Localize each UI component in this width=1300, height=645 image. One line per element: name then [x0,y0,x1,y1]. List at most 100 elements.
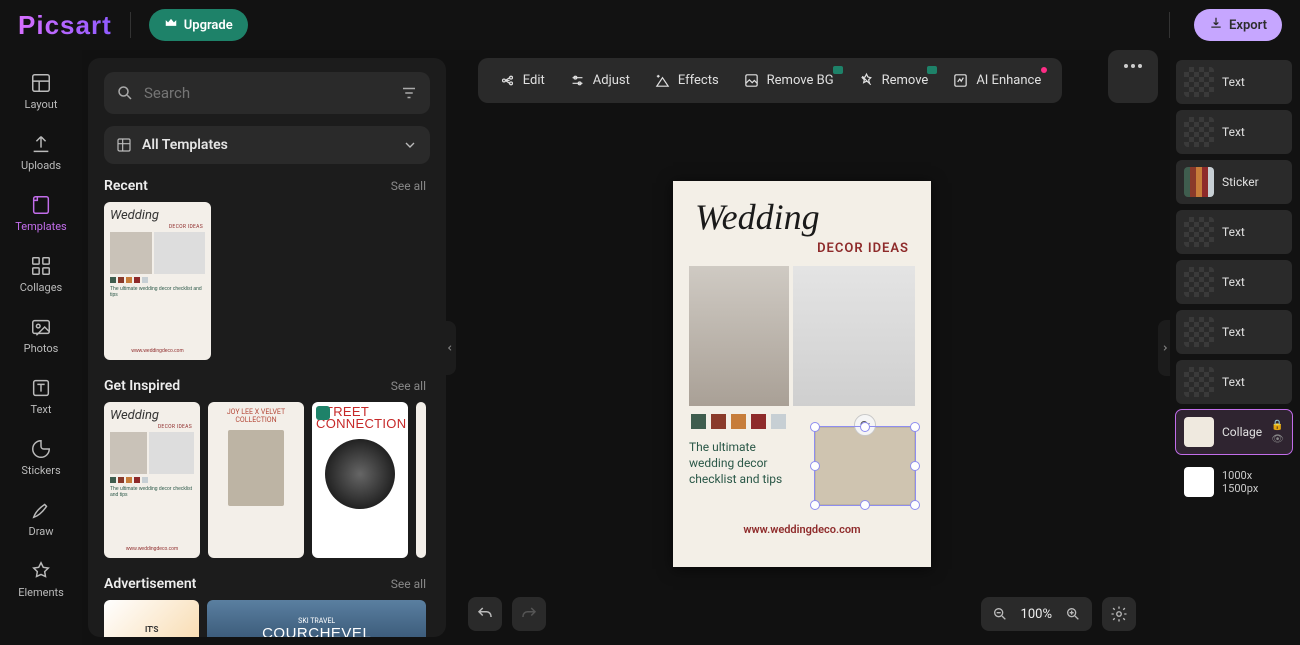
tool-aienhance[interactable]: AI Enhance [941,64,1052,97]
tool-removebg[interactable]: Remove BG [732,64,845,97]
filter-icon[interactable] [400,84,418,102]
resize-handle[interactable] [910,461,920,471]
export-button[interactable]: Export [1194,9,1282,41]
rail-item-elements[interactable]: Elements [7,552,75,609]
draw-icon [30,499,52,521]
tool-more-button[interactable] [1108,50,1158,103]
layer-item[interactable]: Text [1176,310,1292,354]
layer-item[interactable]: Collage 🔒👁 [1176,410,1292,454]
rail-item-photos[interactable]: Photos [7,308,75,365]
artboard-title: Wedding [695,199,820,235]
upload-icon [30,133,52,155]
template-card[interactable]: STREET CONNECTION [312,402,408,558]
layer-item[interactable]: Text [1176,60,1292,104]
upgrade-button[interactable]: Upgrade [149,9,248,41]
rail-label: Text [31,403,52,416]
rail-label: Collages [20,281,62,294]
template-card[interactable]: Wedding DECOR IDEAS The ultimate wedding… [104,202,211,360]
resize-handle[interactable] [860,422,870,432]
notification-dot-icon [1041,67,1047,73]
rail-label: Stickers [21,464,60,477]
rail-item-text[interactable]: Text [7,369,75,426]
template-card[interactable]: JOY LEE X VELVET COLLECTION [208,402,304,558]
layer-item[interactable]: Text [1176,260,1292,304]
color-swatches [691,414,786,429]
resize-handle[interactable] [910,422,920,432]
search-input[interactable] [144,84,390,102]
search-icon [116,84,134,102]
template-card[interactable]: IT'S [104,600,199,637]
zoom-out-button[interactable] [985,606,1015,622]
layer-item[interactable]: Text [1176,110,1292,154]
tool-adjust[interactable]: Adjust [558,64,641,97]
artboard[interactable]: Wedding DECOR IDEAS The ultimate we [673,181,931,567]
template-card[interactable]: Wedding DECOR IDEAS The ultimate wedding… [104,402,200,558]
rail-item-uploads[interactable]: Uploads [7,125,75,182]
template-card[interactable]: SKI TRAVEL COURCHEVEL [207,600,426,637]
tool-effects[interactable]: Effects [643,64,730,97]
rail-item-stickers[interactable]: Stickers [7,430,75,487]
section-advert: Advertisement See all IT'S SKI TRAVEL CO… [104,576,426,637]
top-bar: Picsart Upgrade Export [0,0,1300,50]
swatch [711,414,726,429]
rail-label: Draw [29,525,54,538]
rail-item-draw[interactable]: Draw [7,491,75,548]
resize-handle[interactable] [810,500,820,510]
search-bar[interactable] [104,72,430,114]
swatch [751,414,766,429]
photos-icon [30,316,52,338]
section-title: Advertisement [104,576,196,592]
visibility-icon[interactable]: 👁 [1271,434,1284,445]
resize-handle[interactable] [860,500,870,510]
templates-dropdown[interactable]: All Templates [104,126,430,164]
divider [1169,12,1170,38]
see-all-link[interactable]: See all [391,179,426,193]
rail-label: Layout [25,98,58,111]
selected-element[interactable]: ⟳ [815,427,915,505]
zoom-control: 100% [981,597,1092,631]
resize-handle[interactable] [810,422,820,432]
resize-handle[interactable] [810,461,820,471]
zoom-in-button[interactable] [1058,606,1088,622]
rail-item-collages[interactable]: Collages [7,247,75,304]
grid-icon [116,137,132,153]
canvas-size-item[interactable]: 1000x1500px [1176,460,1292,504]
artboard-image [793,266,915,406]
export-label: Export [1229,18,1267,33]
templates-icon [30,194,52,216]
text-icon [30,377,52,399]
settings-button[interactable] [1102,597,1136,631]
elements-icon [30,560,52,582]
see-all-link[interactable]: See all [391,577,426,591]
layers-panel: Text Text Sticker Text Text Text Text Co… [1170,50,1300,645]
template-card[interactable] [416,402,426,558]
layer-item[interactable]: Text [1176,210,1292,254]
tool-edit[interactable]: Edit [488,64,556,97]
layer-item[interactable]: Sticker [1176,160,1292,204]
swatch [771,414,786,429]
rail-label: Uploads [21,159,61,172]
left-nav-rail: Layout Uploads Templates Collages Photos… [0,50,82,645]
layout-icon [30,72,52,94]
redo-button[interactable] [512,597,546,631]
artboard-subtitle: DECOR IDEAS [817,241,909,256]
swatch [691,414,706,429]
see-all-link[interactable]: See all [391,379,426,393]
resize-handle[interactable] [910,500,920,510]
dropdown-label: All Templates [142,137,392,153]
zoom-value[interactable]: 100% [1015,607,1058,622]
selection-outline [814,426,916,506]
download-icon [1209,16,1223,34]
section-recent: Recent See all Wedding DECOR IDEAS The u… [104,178,426,360]
lock-icon[interactable]: 🔒 [1271,420,1284,431]
layer-item[interactable]: Text [1176,360,1292,404]
rail-item-templates[interactable]: Templates [7,186,75,243]
tool-remove[interactable]: Remove [847,64,940,97]
brand-logo: Picsart [18,10,112,41]
rail-label: Photos [24,342,59,355]
section-title: Get Inspired [104,378,180,394]
section-title: Recent [104,178,148,194]
rail-item-layout[interactable]: Layout [7,64,75,121]
undo-button[interactable] [468,597,502,631]
pro-badge-icon [833,66,843,74]
